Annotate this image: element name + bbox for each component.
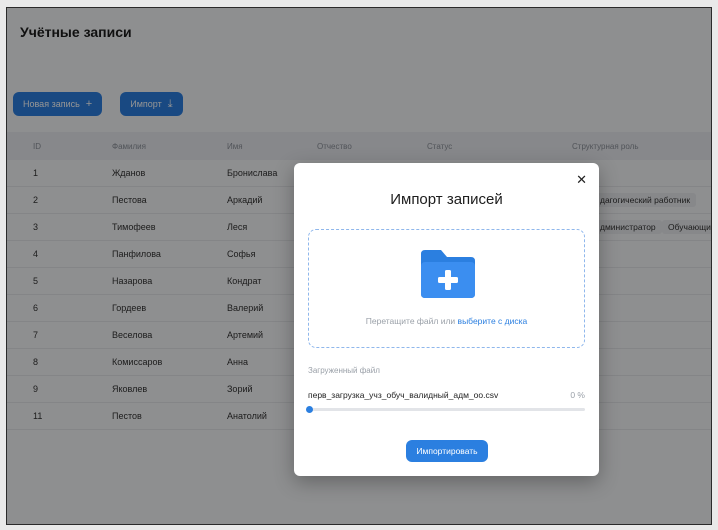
upload-percent: 0 % bbox=[570, 390, 585, 400]
close-icon[interactable]: ✕ bbox=[576, 173, 587, 186]
modal-title: Импорт записей bbox=[390, 191, 503, 208]
uploaded-file-name: перв_загрузка_учз_обуч_валидный_адм_оо.c… bbox=[308, 390, 499, 400]
dropzone-text: Перетащите файл или выберите с диска bbox=[309, 316, 584, 326]
import-modal: ✕ Импорт записей Перетащите файл или выб… bbox=[294, 163, 599, 476]
file-dropzone[interactable]: Перетащите файл или выберите с диска bbox=[308, 229, 585, 348]
upload-progress-bar bbox=[306, 406, 585, 413]
folder-plus-icon bbox=[421, 250, 475, 298]
choose-from-disk-link[interactable]: выберите с диска bbox=[458, 316, 528, 326]
progress-indicator bbox=[306, 406, 313, 413]
uploaded-file-label: Загруженный файл bbox=[308, 366, 380, 375]
drop-instruction: Перетащите файл или bbox=[365, 316, 456, 326]
app-window: Учётные записи Новая запись + Импорт ⤓ I… bbox=[6, 7, 712, 525]
import-submit-button[interactable]: Импортировать bbox=[406, 440, 488, 462]
